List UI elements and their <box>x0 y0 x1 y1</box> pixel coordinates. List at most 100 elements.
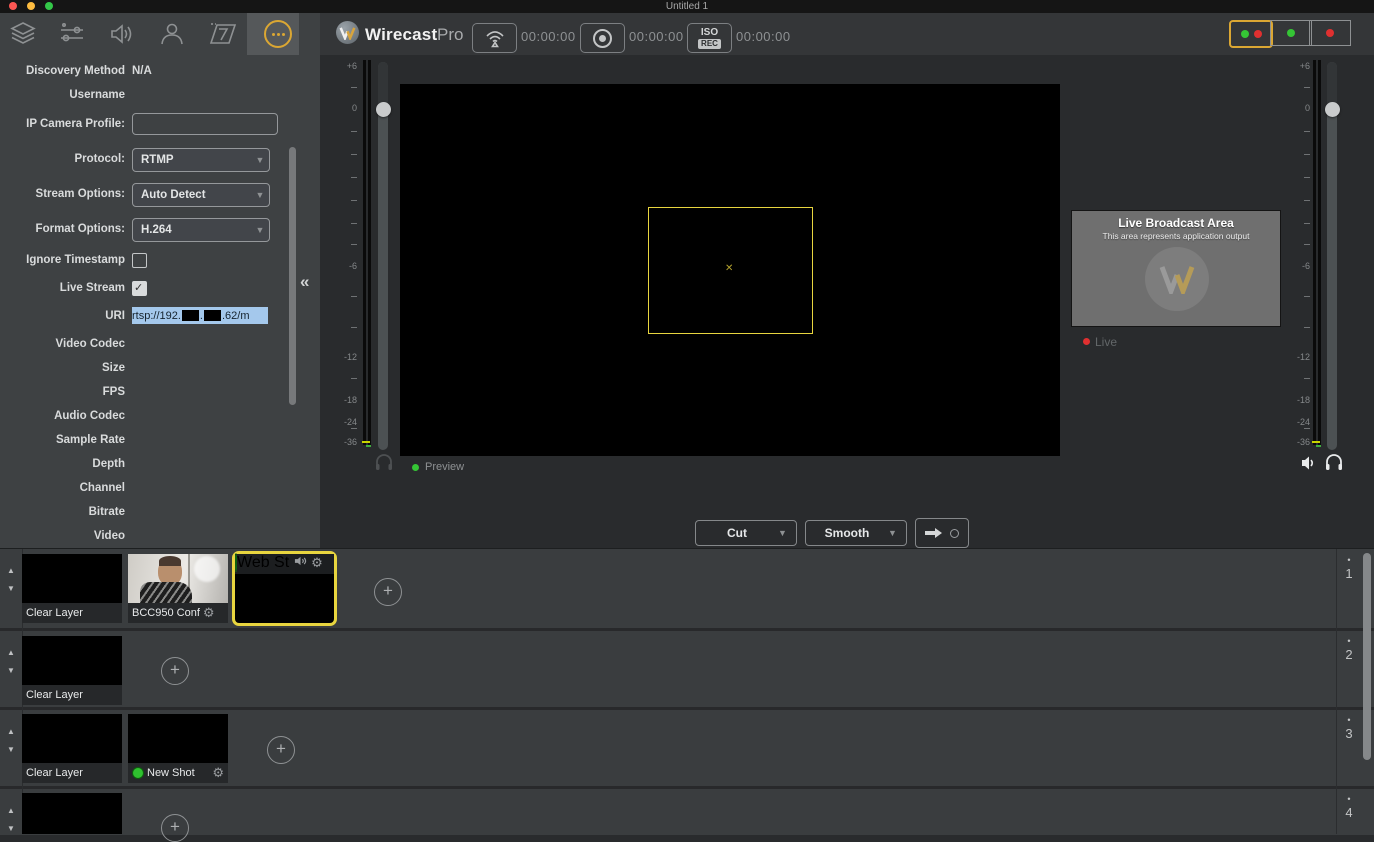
ip-camera-profile-label: IP Camera Profile: <box>0 118 125 130</box>
shot-new-shot[interactable]: New Shot <box>128 714 228 783</box>
view-toggle-preview-only[interactable] <box>1270 20 1312 46</box>
ignore-timestamp-checkbox[interactable] <box>132 253 147 268</box>
go-transition-button[interactable] <box>915 518 969 548</box>
layer-dot-icon <box>1336 794 1362 804</box>
live-label: Live <box>1095 335 1117 349</box>
meter-tick-label: +6 <box>333 61 357 71</box>
shot-properties-icon[interactable] <box>261 19 295 49</box>
layer1-move-down-button[interactable] <box>4 584 18 594</box>
fps-label: FPS <box>0 386 125 398</box>
add-shot-button-layer3[interactable] <box>267 736 295 764</box>
gear-icon[interactable] <box>212 767 224 780</box>
meter-level-indicator <box>1316 445 1321 447</box>
audio-codec-label: Audio Codec <box>0 410 125 422</box>
shot-name: Web St <box>237 554 289 571</box>
layer3-move-down-button[interactable] <box>4 745 18 755</box>
view-toggle-preview-live[interactable] <box>1229 20 1273 48</box>
uri-text: .62/m <box>222 310 250 322</box>
social-guest-icon[interactable] <box>155 19 189 49</box>
redaction-box <box>204 310 221 321</box>
titler-icon[interactable] <box>206 19 240 49</box>
audio-icon[interactable] <box>294 555 307 567</box>
preview-headphones-icon[interactable] <box>374 452 394 472</box>
sidebar-scrollbar[interactable] <box>289 147 296 405</box>
chevron-down-icon: ▼ <box>778 528 796 538</box>
stream-button[interactable] <box>472 23 517 53</box>
video-codec-label: Video Codec <box>0 338 125 350</box>
preview-volume-knob[interactable] <box>376 102 391 117</box>
transition-smooth-value: Smooth <box>806 526 888 540</box>
live-headphones-icon[interactable] <box>1324 452 1344 472</box>
wirecast-watermark-icon <box>1145 247 1209 311</box>
preview-canvas[interactable] <box>400 84 1060 456</box>
layer1-move-up-button[interactable] <box>4 566 18 576</box>
protocol-value: RTMP <box>133 154 251 166</box>
uri-input[interactable]: rtsp://192...62/m <box>132 307 268 324</box>
brand-edition: Pro <box>437 25 463 45</box>
meter-tick-label: -6 <box>1286 261 1310 271</box>
protocol-select[interactable]: RTMP ▼ <box>132 148 270 172</box>
go-indicator-icon <box>950 529 959 538</box>
live-speaker-icon[interactable] <box>1300 454 1318 472</box>
shot-selection-rectangle[interactable] <box>648 207 813 334</box>
preview-volume-slider[interactable] <box>378 62 388 450</box>
stream-options-label: Stream Options: <box>0 188 125 200</box>
ip-camera-profile-input[interactable] <box>132 113 278 135</box>
live-indicator-icon <box>132 767 144 779</box>
meter-level-indicator <box>366 445 371 447</box>
shot-bcc950-conf[interactable]: BCC950 Conf <box>128 554 228 623</box>
meter-tick-label: -12 <box>1286 352 1310 362</box>
shot-web-stream-selected[interactable]: Web St <box>232 551 337 626</box>
layer4-move-up-button[interactable] <box>4 806 18 816</box>
layers-scrollbar[interactable] <box>1363 553 1371 760</box>
live-volume-knob[interactable] <box>1325 102 1340 117</box>
live-stream-checkbox[interactable] <box>132 281 147 296</box>
collapse-panel-button[interactable]: « <box>300 272 309 292</box>
layer2-move-down-button[interactable] <box>4 666 18 676</box>
record-button[interactable] <box>580 23 625 53</box>
stream-options-select[interactable]: Auto Detect ▼ <box>132 183 270 207</box>
shot-clear-layer[interactable]: Clear Layer <box>22 714 122 783</box>
titlebar: Untitled 1 <box>0 0 1374 13</box>
iso-record-button[interactable]: ISO REC <box>687 23 732 53</box>
shot-clear-layer[interactable]: Clear Layer <box>22 636 122 705</box>
layer3-move-up-button[interactable] <box>4 727 18 737</box>
add-shot-button-layer2[interactable] <box>161 657 189 685</box>
meter-tick-label: -36 <box>333 437 357 447</box>
shot-name: New Shot <box>147 767 195 779</box>
bitrate-label: Bitrate <box>0 506 125 518</box>
shot-clear-layer[interactable]: Clear Layer <box>22 554 122 623</box>
gear-icon[interactable] <box>311 556 323 571</box>
audio-mixer-icon[interactable] <box>105 19 139 49</box>
stream-timer: 00:00:00 <box>521 29 576 44</box>
center-anchor-icon[interactable] <box>725 263 733 274</box>
meter-peak-indicator <box>362 441 370 443</box>
add-shot-button-layer4[interactable] <box>161 814 189 842</box>
redaction-box <box>182 310 199 321</box>
transition-cut-select[interactable]: Cut ▼ <box>695 520 797 546</box>
shot-layers-icon[interactable] <box>6 19 40 49</box>
gear-icon[interactable] <box>203 607 215 620</box>
ellipsis-icon <box>264 20 292 48</box>
protocol-label: Protocol: <box>0 153 125 165</box>
iso-rec-icon: ISO REC <box>698 28 721 49</box>
view-toggle-live-only[interactable] <box>1309 20 1351 46</box>
brand-name: Wirecast <box>365 25 437 45</box>
meter-tick-label: -18 <box>333 395 357 405</box>
layer4-move-down-button[interactable] <box>4 824 18 834</box>
preview-audio-meter-left <box>363 60 366 445</box>
replay-settings-icon[interactable] <box>55 19 89 49</box>
preview-label: Preview <box>425 461 464 473</box>
shot-clear-layer[interactable] <box>22 793 122 834</box>
format-options-select[interactable]: H.264 ▼ <box>132 218 270 242</box>
ignore-timestamp-label: Ignore Timestamp <box>0 254 125 266</box>
layer2-move-up-button[interactable] <box>4 648 18 658</box>
add-shot-button-layer1[interactable] <box>374 578 402 606</box>
chevron-down-icon: ▼ <box>251 190 269 200</box>
live-status-dot <box>1083 338 1090 345</box>
live-volume-slider[interactable] <box>1327 62 1337 450</box>
meter-peak-indicator <box>1312 441 1320 443</box>
transition-smooth-select[interactable]: Smooth ▼ <box>805 520 907 546</box>
meter-tick-label: 0 <box>333 103 357 113</box>
live-panel-title: Live Broadcast Area <box>1072 216 1280 230</box>
